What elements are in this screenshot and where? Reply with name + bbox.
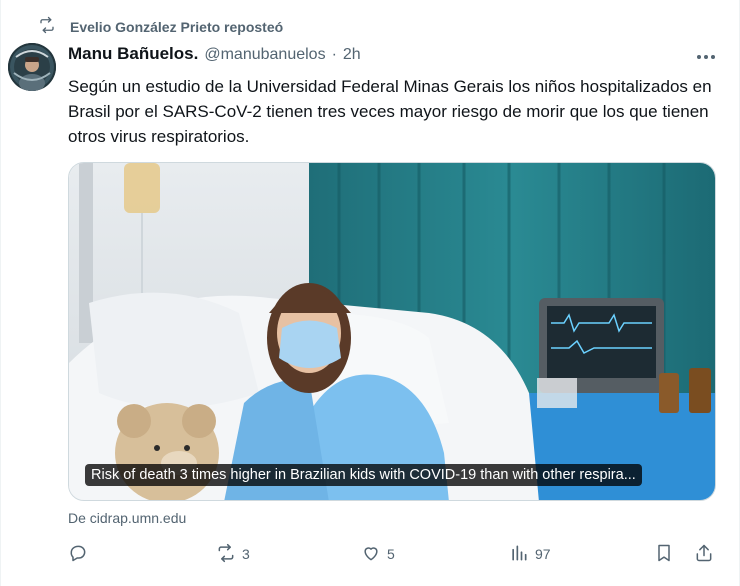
- views-button[interactable]: 97: [509, 540, 551, 568]
- share-button[interactable]: [694, 540, 714, 568]
- avatar[interactable]: [8, 43, 56, 91]
- heart-icon: [361, 543, 381, 566]
- like-button[interactable]: 5: [361, 540, 395, 568]
- media-card[interactable]: Risk of death 3 times higher in Brazilia…: [68, 162, 716, 501]
- tweet-header: Manu Bañuelos. @manubanuelos · 2h: [68, 44, 361, 64]
- tweet-card[interactable]: Evelio González Prieto reposteó Manu Bañ…: [0, 0, 740, 586]
- timestamp[interactable]: 2h: [343, 46, 361, 64]
- retweet-button[interactable]: 3: [216, 540, 250, 568]
- retweet-count: 3: [242, 546, 250, 562]
- author-name[interactable]: Manu Bañuelos.: [68, 44, 198, 64]
- media-caption: Risk of death 3 times higher in Brazilia…: [85, 464, 642, 486]
- reply-icon: [68, 543, 88, 566]
- like-count: 5: [387, 546, 395, 562]
- more-options-button[interactable]: [694, 46, 718, 66]
- frame-border-left: [0, 0, 1, 586]
- bookmark-button[interactable]: [654, 540, 674, 568]
- media-image: [69, 163, 715, 500]
- link-source[interactable]: De cidrap.umn.edu: [68, 510, 186, 526]
- views-count: 97: [535, 546, 551, 562]
- separator-dot: ·: [331, 46, 337, 63]
- tweet-text: Según un estudio de la Universidad Feder…: [68, 77, 712, 146]
- author-handle[interactable]: @manubanuelos: [204, 46, 325, 64]
- action-bar: 3 5 97: [68, 540, 718, 568]
- repost-icon: [38, 16, 56, 39]
- more-icon: [696, 47, 716, 65]
- views-icon: [509, 543, 529, 566]
- reply-button[interactable]: [68, 540, 94, 568]
- repost-indicator: Evelio González Prieto reposteó: [38, 16, 283, 38]
- bookmark-icon: [654, 543, 674, 566]
- share-icon: [694, 543, 714, 566]
- retweet-icon: [216, 543, 236, 566]
- repost-text[interactable]: Evelio González Prieto reposteó: [70, 19, 283, 35]
